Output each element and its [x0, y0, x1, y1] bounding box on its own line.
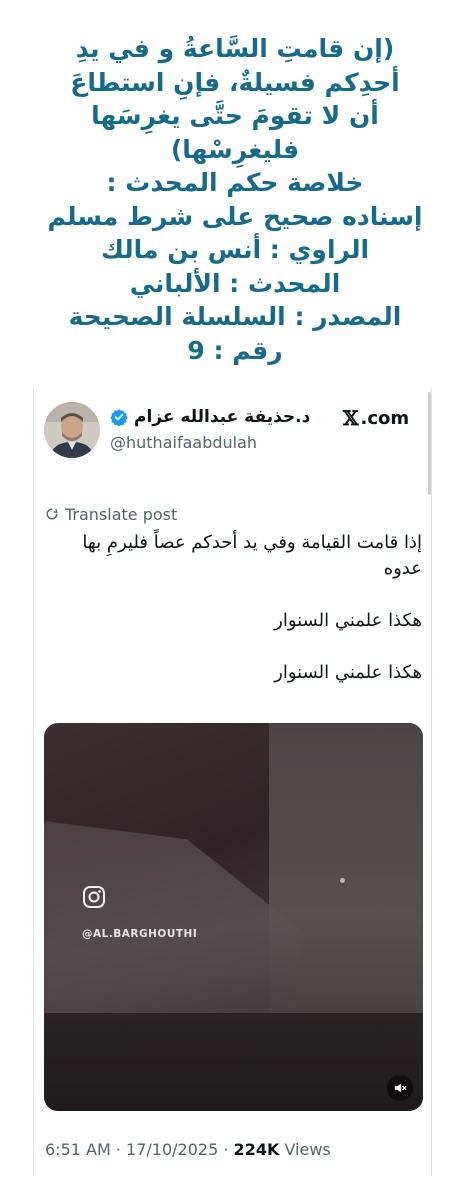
- hadith-source: المصدر : السلسلة الصحيحة: [68, 302, 402, 331]
- post-paragraph: إذا قامت القيامة وفي يد أحدكم عصاً فليرم…: [44, 530, 422, 582]
- hadith-grading-label: خلاصة حكم المحدث :: [106, 168, 364, 197]
- x-logo-icon: 𝕏: [343, 406, 359, 430]
- post-video[interactable]: @AL.BARGHOUTHI: [44, 723, 423, 1111]
- post-date[interactable]: 17/10/2025: [126, 1140, 218, 1159]
- hadith-grading: إسناده صحيح على شرط مسلم: [47, 201, 423, 231]
- translate-label: Translate post: [65, 504, 178, 524]
- post-paragraph: هكذا علمني السنوار: [274, 610, 422, 631]
- hadith-line: أن لا تقومَ حتَّى يغرِسَها: [91, 101, 379, 130]
- x-com-logo[interactable]: 𝕏 .com: [343, 406, 410, 430]
- instagram-watermark-handle: @AL.BARGHOUTHI: [82, 928, 198, 940]
- avatar[interactable]: [44, 402, 100, 458]
- meta-separator: ·: [115, 1140, 121, 1159]
- hadith-line: فليغرِسْها): [170, 134, 300, 164]
- x-com-label: .com: [360, 407, 410, 429]
- meta-separator: ·: [223, 1140, 229, 1159]
- hadith-line: (إن قامتِ السَّاعةُ و في يدِ: [75, 34, 395, 63]
- views-label: Views: [284, 1140, 331, 1159]
- translate-post-link[interactable]: Translate post: [45, 503, 177, 525]
- hadith-line: أحدِكم فسيلةٌ، فإنِ استطاعَ: [70, 67, 400, 97]
- author-display-name[interactable]: د.حذيفة عبدالله عزام: [134, 407, 310, 427]
- views-count: 224K: [233, 1140, 280, 1159]
- post-time[interactable]: 6:51 AM: [45, 1140, 111, 1159]
- hadith-text-block: (إن قامتِ السَّاعةُ و في يدِ أحدِكم فسيل…: [10, 32, 460, 367]
- hadith-scholar: المحدث : الألباني: [129, 268, 341, 298]
- mute-button[interactable]: [387, 1075, 413, 1101]
- post-text: إذا قامت القيامة وفي يد أحدكم عصاً فليرم…: [44, 530, 422, 712]
- post-paragraph: هكذا علمني السنوار: [274, 662, 422, 683]
- verified-badge-icon: [110, 409, 128, 426]
- post-metadata: 6:51 AM · 17/10/2025 · 224K Views: [45, 1140, 331, 1159]
- translate-icon: [46, 508, 58, 520]
- hadith-number: رقم : 9: [187, 335, 283, 365]
- video-frame-floor: [44, 1013, 423, 1111]
- author-name-row[interactable]: د.حذيفة عبدالله عزام: [110, 406, 310, 428]
- post-text-line: عدوه: [383, 558, 422, 579]
- speaker-muted-icon: [394, 1083, 407, 1093]
- author-handle[interactable]: @huthaifaabdulah: [110, 433, 257, 452]
- video-frame-speck: [340, 878, 345, 883]
- instagram-icon: [83, 886, 105, 908]
- hadith-narrator: الراوي : أنس بن مالك: [100, 235, 370, 264]
- avatar-image: [44, 402, 100, 458]
- scroll-indicator[interactable]: [428, 392, 431, 495]
- post-text-line: إذا قامت القيامة وفي يد أحدكم عصاً فليرم…: [82, 532, 422, 553]
